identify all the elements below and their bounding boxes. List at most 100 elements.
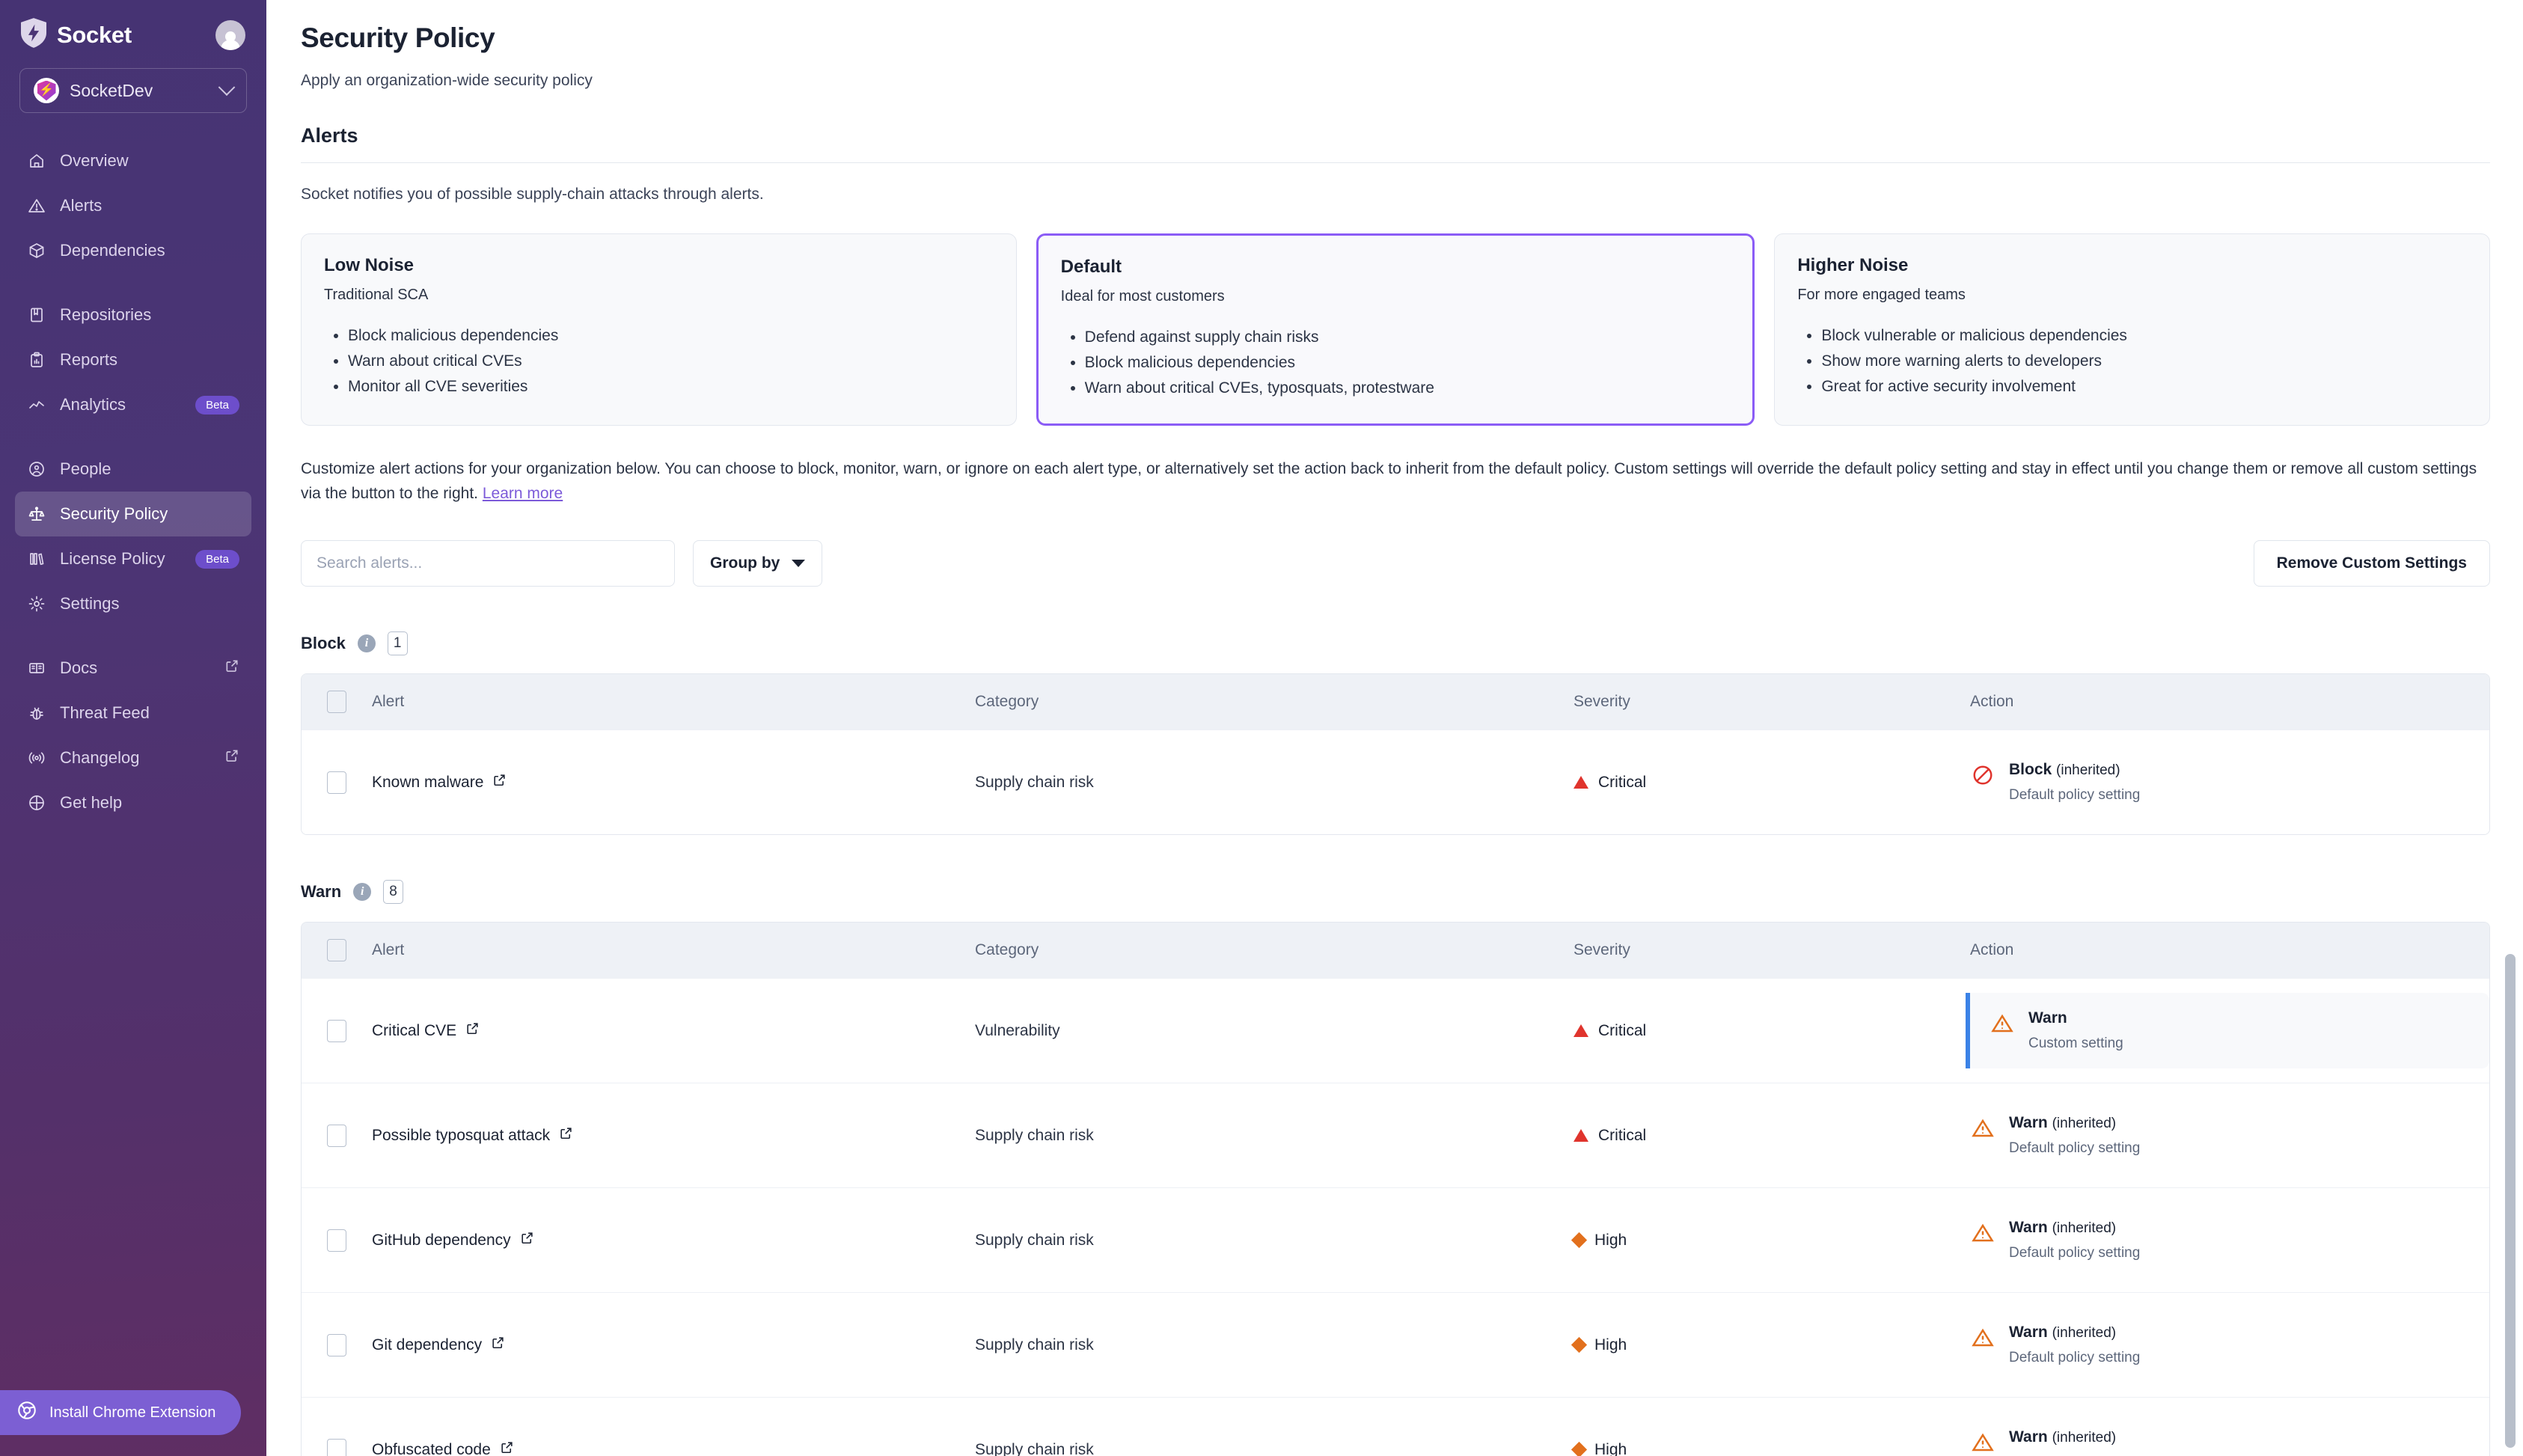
severity-label: Critical bbox=[1598, 1021, 1647, 1039]
severity-critical-triangle-icon bbox=[1574, 776, 1588, 789]
row-checkbox[interactable] bbox=[327, 1229, 346, 1252]
select-all-checkbox[interactable] bbox=[327, 691, 346, 714]
sidebar-item-get-help[interactable]: Get help bbox=[15, 780, 251, 825]
sidebar-item-label: Settings bbox=[60, 594, 120, 613]
sidebar-item-threat-feed[interactable]: Threat Feed bbox=[15, 691, 251, 735]
beta-badge: Beta bbox=[195, 549, 239, 569]
books-icon bbox=[27, 549, 46, 569]
org-switcher[interactable]: ⚡ SocketDev bbox=[19, 68, 247, 113]
sidebar-item-label: Docs bbox=[60, 658, 98, 677]
action-qualifier: (inherited) bbox=[2056, 762, 2120, 779]
preset-bullet: Great for active security involvement bbox=[1821, 374, 2467, 400]
cell-severity: Critical bbox=[1574, 1022, 1970, 1040]
table-row[interactable]: Critical CVE Vulnerability Critical Warn… bbox=[302, 978, 2489, 1083]
group-by-dropdown[interactable]: Group by bbox=[693, 540, 823, 587]
cell-category: Vulnerability bbox=[975, 1021, 1060, 1039]
preset-bullet: Block malicious dependencies bbox=[1085, 350, 1731, 376]
cell-category: Supply chain risk bbox=[975, 773, 1094, 791]
column-header-category[interactable]: Category bbox=[975, 941, 1574, 959]
table-row[interactable]: Obfuscated code Supply chain risk High W… bbox=[302, 1397, 2489, 1456]
preset-card-default[interactable]: Default Ideal for most customers Defend … bbox=[1036, 233, 1755, 426]
column-header-action[interactable]: Action bbox=[1970, 693, 2489, 711]
customize-note-text: Customize alert actions for your organiz… bbox=[301, 460, 2477, 502]
chrome-icon bbox=[16, 1400, 37, 1425]
action-qualifier: (inherited) bbox=[2052, 1116, 2117, 1132]
alert-name: Known malware bbox=[372, 773, 484, 791]
org-logo-icon: ⚡ bbox=[34, 78, 59, 103]
table-scrollbar[interactable] bbox=[2505, 954, 2516, 1448]
nav-divider bbox=[0, 273, 266, 293]
cell-category: Supply chain risk bbox=[975, 1231, 1094, 1249]
sidebar-item-settings[interactable]: Settings bbox=[15, 581, 251, 626]
action-custom-setting[interactable]: Warn Custom setting bbox=[1966, 993, 2489, 1069]
sidebar-item-dependencies[interactable]: Dependencies bbox=[15, 228, 251, 273]
user-avatar[interactable] bbox=[215, 19, 245, 50]
sidebar-item-license-policy[interactable]: License Policy Beta bbox=[15, 536, 251, 581]
search-input[interactable]: Search alerts... bbox=[301, 540, 675, 587]
action-name: Warn bbox=[2009, 1114, 2048, 1132]
cell-action[interactable]: Block (inherited) Default policy setting bbox=[1970, 761, 2489, 804]
brand[interactable]: Socket bbox=[21, 18, 132, 52]
column-header-severity[interactable]: Severity bbox=[1574, 941, 1970, 959]
sidebar-item-alerts[interactable]: Alerts bbox=[15, 183, 251, 228]
nav-group-3: People Security Policy License Policy Be… bbox=[0, 447, 266, 626]
sidebar-item-analytics[interactable]: Analytics Beta bbox=[15, 382, 251, 427]
cell-category: Supply chain risk bbox=[975, 1126, 1094, 1144]
sidebar-item-changelog[interactable]: Changelog bbox=[15, 735, 251, 780]
sidebar-item-label: Get help bbox=[60, 793, 123, 812]
column-header-category[interactable]: Category bbox=[975, 693, 1574, 711]
severity-label: Critical bbox=[1598, 773, 1647, 791]
cell-action[interactable]: Warn (inherited) Default policy setting bbox=[1970, 1324, 2489, 1366]
info-icon[interactable]: i bbox=[357, 634, 376, 653]
severity-label: High bbox=[1594, 1336, 1627, 1353]
external-link-icon[interactable] bbox=[559, 1126, 573, 1145]
cell-action[interactable]: Warn (inherited) Default policy setting bbox=[1970, 1219, 2489, 1261]
column-header-action[interactable]: Action bbox=[1970, 941, 2489, 959]
external-link-icon[interactable] bbox=[465, 1021, 480, 1040]
cell-severity: High bbox=[1571, 1232, 1970, 1249]
sidebar-header: Socket bbox=[0, 0, 266, 58]
sidebar-item-security-policy[interactable]: Security Policy bbox=[15, 492, 251, 536]
info-icon[interactable]: i bbox=[353, 883, 372, 902]
sidebar-item-reports[interactable]: Reports bbox=[15, 337, 251, 382]
external-link-icon[interactable] bbox=[491, 1336, 505, 1354]
table-row[interactable]: Git dependency Supply chain risk High Wa… bbox=[302, 1292, 2489, 1398]
external-link-icon[interactable] bbox=[520, 1231, 534, 1249]
learn-more-link[interactable]: Learn more bbox=[483, 485, 563, 502]
row-checkbox[interactable] bbox=[327, 1019, 346, 1042]
column-header-alert[interactable]: Alert bbox=[346, 693, 975, 711]
row-checkbox[interactable] bbox=[327, 771, 346, 794]
alerts-section-description: Socket notifies you of possible supply-c… bbox=[301, 186, 764, 203]
sidebar-item-repositories[interactable]: Repositories bbox=[15, 293, 251, 337]
column-header-alert[interactable]: Alert bbox=[346, 941, 975, 959]
row-checkbox[interactable] bbox=[327, 1124, 346, 1147]
remove-custom-settings-button[interactable]: Remove Custom Settings bbox=[2253, 540, 2490, 587]
cell-action[interactable]: Warn (inherited) Default policy setting bbox=[1970, 1428, 2489, 1456]
scales-icon bbox=[27, 504, 46, 524]
bug-icon bbox=[27, 703, 46, 723]
select-all-checkbox[interactable] bbox=[327, 939, 346, 962]
external-link-icon[interactable] bbox=[500, 1440, 514, 1456]
cell-action[interactable]: Warn (inherited) Default policy setting bbox=[1970, 1114, 2489, 1157]
preset-card-low-noise[interactable]: Low Noise Traditional SCA Block maliciou… bbox=[301, 233, 1017, 426]
install-chrome-extension-button[interactable]: Install Chrome Extension bbox=[0, 1390, 242, 1435]
cell-alert: Known malware bbox=[346, 773, 975, 792]
beta-badge: Beta bbox=[195, 395, 239, 415]
external-link-icon[interactable] bbox=[492, 773, 507, 792]
scrollbar-thumb[interactable] bbox=[2505, 954, 2516, 1448]
preset-subtitle: Traditional SCA bbox=[324, 287, 429, 303]
severity-label: High bbox=[1594, 1440, 1627, 1456]
sidebar-item-overview[interactable]: Overview bbox=[15, 138, 251, 183]
column-header-severity[interactable]: Severity bbox=[1574, 693, 1970, 711]
preset-card-higher-noise[interactable]: Higher Noise For more engaged teams Bloc… bbox=[1774, 233, 2491, 426]
row-checkbox[interactable] bbox=[327, 1438, 346, 1456]
table-row[interactable]: GitHub dependency Supply chain risk High… bbox=[302, 1187, 2489, 1293]
sidebar-item-docs[interactable]: Docs bbox=[15, 646, 251, 691]
severity-high-diamond-icon bbox=[1571, 1442, 1588, 1456]
sidebar-item-people[interactable]: People bbox=[15, 447, 251, 492]
table-row[interactable]: Known malware Supply chain risk Critical… bbox=[302, 729, 2489, 835]
table-row[interactable]: Possible typosquat attack Supply chain r… bbox=[302, 1083, 2489, 1188]
cell-action[interactable]: Warn Custom setting bbox=[1966, 993, 2489, 1069]
warning-triangle-icon bbox=[1970, 1116, 1996, 1141]
row-checkbox[interactable] bbox=[327, 1333, 346, 1356]
